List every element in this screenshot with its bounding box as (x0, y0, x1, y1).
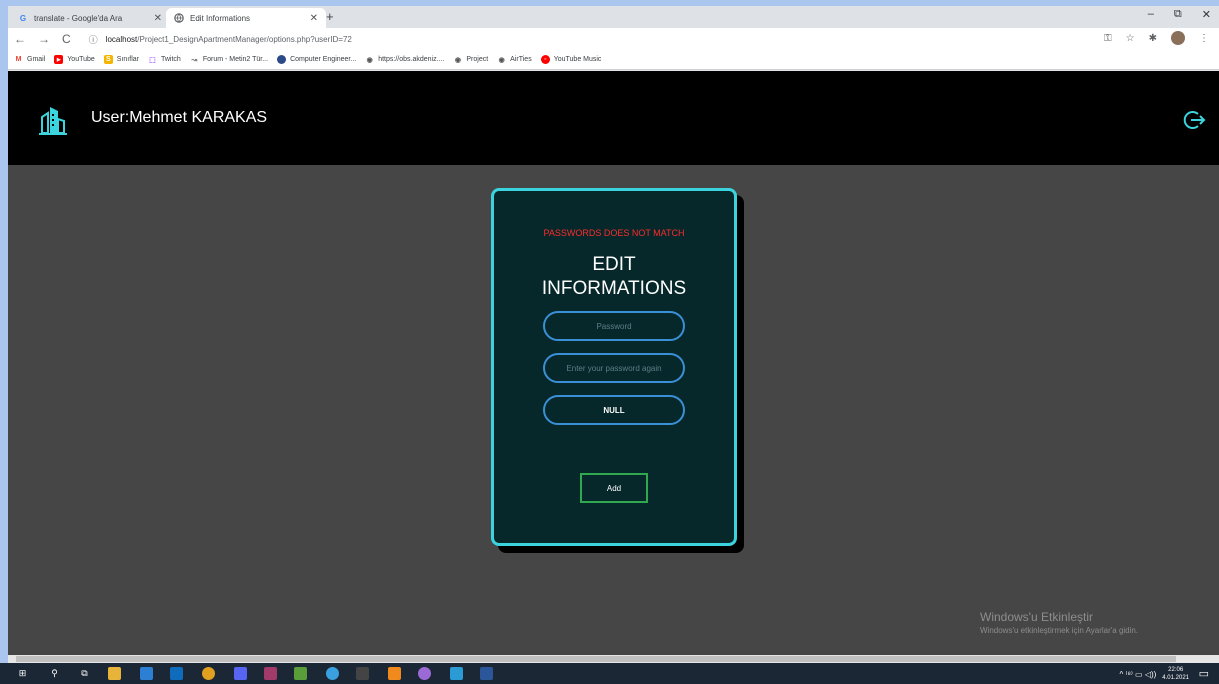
notification-icon[interactable]: ▭ (1199, 667, 1209, 680)
scrollbar-thumb[interactable] (16, 656, 1176, 662)
logout-icon[interactable] (1183, 109, 1207, 131)
globe-icon: ◉ (366, 56, 373, 64)
clock-date: 4.01.2021 (1162, 675, 1189, 681)
globe-icon (174, 13, 184, 23)
close-window-button[interactable]: ✕ (1202, 8, 1211, 21)
minimize-button[interactable]: – (1148, 8, 1154, 21)
window-controls: – ⧉ ✕ (1148, 8, 1211, 21)
twitch-icon: ⬚ (149, 56, 156, 64)
forum-icon: ↝ (191, 56, 198, 64)
info-icon[interactable]: ⓘ (89, 33, 98, 46)
error-message: PASSWORDS DOES NOT MATCH (543, 228, 685, 238)
task-view-icon[interactable]: ⧉ (78, 667, 91, 680)
browser-window: G translate - Google'da Ara ✕ Edit Infor… (8, 6, 1219, 663)
user-name-label: User:Mehmet KARAKAS (91, 109, 268, 126)
linkedin-icon (277, 55, 287, 64)
form-title-line-1: EDIT (592, 254, 636, 275)
globe-icon: ◉ (454, 56, 461, 64)
tab-google-search[interactable]: G translate - Google'da Ara ✕ (10, 8, 170, 28)
horizontal-scrollbar[interactable] (8, 655, 1219, 663)
tab-title: Edit Informations (190, 13, 251, 23)
form-title-line-2: INFORMATIONS (541, 278, 687, 299)
tab-edit-informations[interactable]: Edit Informations ✕ (166, 8, 326, 28)
toolbar-actions: ⚿ ☆ ✱ ⋮ (1104, 31, 1209, 45)
back-button[interactable]: ← (14, 32, 26, 46)
star-icon[interactable]: ☆ (1126, 33, 1135, 44)
windows-activation-watermark: Windows'u Etkinleştir Windows'u etkinleş… (980, 610, 1138, 635)
store-icon[interactable] (140, 667, 153, 680)
app-icon[interactable] (294, 667, 307, 680)
browser-toolbar: ← → C ⓘ localhost /Project1_DesignApartm… (8, 28, 1219, 50)
bookmark-forum[interactable]: ↝ Forum - Metin2 Tür... (190, 55, 268, 64)
photos-icon[interactable] (450, 667, 463, 680)
discord-icon[interactable] (234, 667, 247, 680)
tab-strip: G translate - Google'da Ara ✕ Edit Infor… (8, 6, 1219, 28)
file-explorer-icon[interactable] (108, 667, 121, 680)
restore-button[interactable]: ⧉ (1174, 8, 1182, 21)
tray-icons[interactable]: ^ ⁽⁸⁾ ▭ ◁)) (1120, 670, 1157, 679)
bookmark-youtube[interactable]: ▶ YouTube (54, 55, 95, 64)
word-icon[interactable] (480, 667, 493, 680)
add-button[interactable]: Add (580, 473, 648, 503)
app-icon[interactable] (326, 667, 339, 680)
system-tray: ^ ⁽⁸⁾ ▭ ◁)) 22:06 4.01.2021 (1120, 666, 1189, 682)
bookmark-youtube-music[interactable]: ◦ YouTube Music (540, 55, 601, 64)
gmail-icon: M (15, 56, 22, 63)
mail-icon[interactable] (170, 667, 183, 680)
menu-icon[interactable]: ⋮ (1199, 33, 1209, 44)
bookmarks-bar: M Gmail ▶ YouTube S Sınıflar ⬚ Twitch ↝ Forum… (8, 50, 1219, 70)
windows-taskbar: ⊞ ⚲ ⧉ ^ ⁽⁸⁾ ▭ ◁)) 22:06 4.01.2021 ▭ (0, 663, 1219, 684)
app-icon[interactable] (264, 667, 277, 680)
key-icon[interactable]: ⚿ (1104, 33, 1112, 44)
password-input[interactable]: Password (543, 311, 685, 341)
bookmark-project[interactable]: ◉ Project (453, 55, 488, 64)
app-icon[interactable] (418, 667, 431, 680)
null-button[interactable]: NULL (543, 395, 685, 425)
google-icon: G (19, 13, 27, 23)
watermark-subtitle: Windows'u etkinleştirmek için Ayarlar'a … (980, 626, 1139, 635)
clock[interactable]: 22:06 4.01.2021 (1162, 666, 1189, 682)
password-again-input[interactable]: Enter your password again (543, 353, 685, 383)
new-tab-button[interactable]: + (326, 9, 334, 24)
extensions-icon[interactable]: ✱ (1149, 33, 1157, 44)
bookmark-gmail[interactable]: M Gmail (14, 55, 46, 64)
form-title: EDIT INFORMATIONS (494, 253, 734, 301)
building-icon[interactable] (38, 103, 68, 137)
bookmark-airties[interactable]: ◉ AirTies (497, 55, 532, 64)
reload-button[interactable]: C (62, 32, 71, 46)
bookmark-siniflar[interactable]: S Sınıflar (103, 55, 139, 64)
page-content: User:Mehmet KARAKAS PASSWORDS DOES NOT M… (8, 71, 1219, 655)
edit-informations-card: PASSWORDS DOES NOT MATCH EDIT INFORMATIO… (491, 188, 737, 546)
youtube-music-icon: ◦ (540, 55, 550, 64)
address-host: localhost (105, 34, 138, 44)
profile-avatar[interactable] (1171, 31, 1185, 45)
clock-time: 22:06 (1168, 667, 1184, 673)
bookmark-twitch[interactable]: ⬚ Twitch (148, 55, 181, 64)
forward-button[interactable]: → (38, 32, 50, 46)
search-icon[interactable]: ⚲ (48, 667, 61, 680)
tab-title: translate - Google'da Ara (34, 13, 123, 23)
bookmark-computer-engineer[interactable]: Computer Engineer... (277, 55, 356, 64)
bookmark-obs[interactable]: ◉ https://obs.akdeniz.... (365, 55, 445, 64)
address-path: /Project1_DesignApartmentManager/options… (137, 34, 352, 44)
close-tab-icon[interactable]: ✕ (310, 13, 318, 24)
classroom-icon: S (103, 55, 113, 64)
chrome-icon[interactable] (202, 667, 215, 680)
app-icon[interactable] (388, 667, 401, 680)
app-icon[interactable] (356, 667, 369, 680)
youtube-icon: ▶ (54, 55, 64, 64)
address-bar[interactable]: ⓘ localhost /Project1_DesignApartmentMan… (89, 33, 352, 46)
globe-icon: ◉ (498, 56, 505, 64)
watermark-title: Windows'u Etkinleştir (980, 610, 1093, 624)
site-header: User:Mehmet KARAKAS (8, 71, 1219, 165)
windows-start-icon[interactable]: ⊞ (16, 667, 29, 680)
close-tab-icon[interactable]: ✕ (154, 13, 162, 24)
